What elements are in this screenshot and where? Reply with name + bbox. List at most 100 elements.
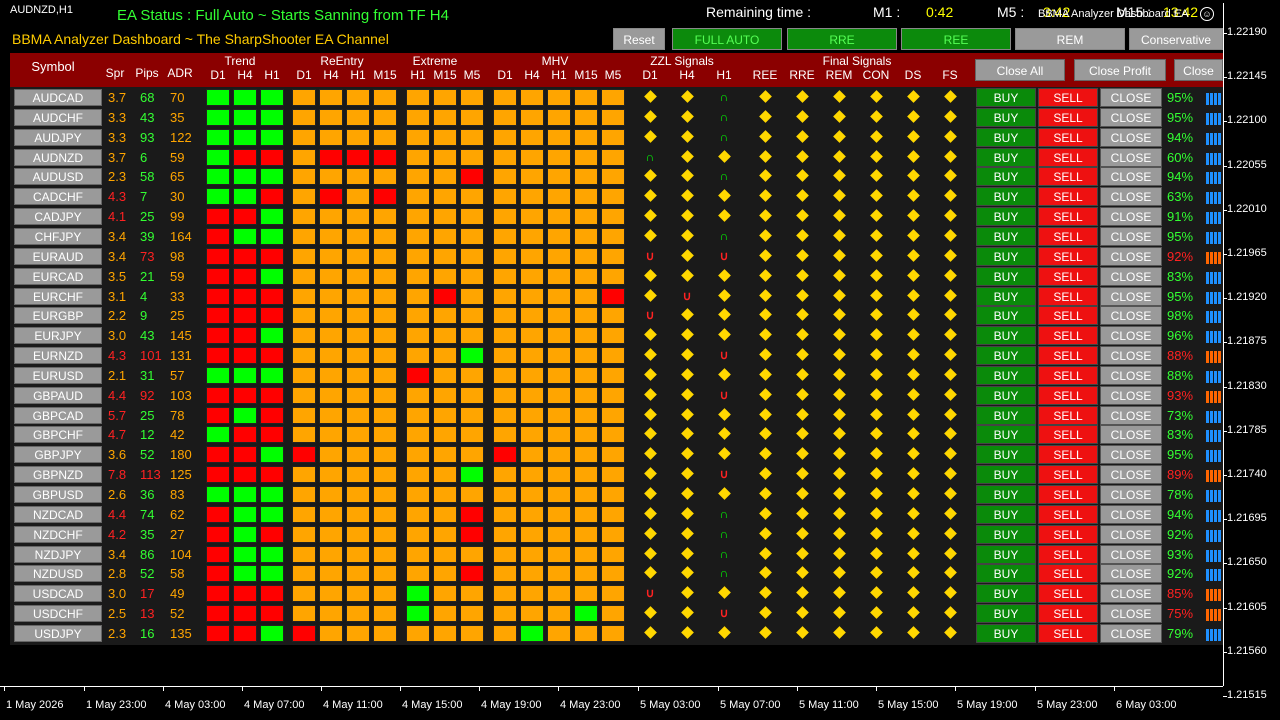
- close-row-button[interactable]: CLOSE: [1100, 246, 1162, 266]
- close-row-button[interactable]: CLOSE: [1100, 147, 1162, 167]
- sell-button[interactable]: SELL: [1038, 246, 1098, 266]
- close-row-button[interactable]: CLOSE: [1100, 107, 1162, 127]
- buy-button[interactable]: BUY: [976, 306, 1036, 326]
- sell-button[interactable]: SELL: [1038, 127, 1098, 147]
- symbol-button[interactable]: AUDNZD: [14, 148, 102, 166]
- close-row-button[interactable]: CLOSE: [1100, 167, 1162, 187]
- close-row-button[interactable]: CLOSE: [1100, 365, 1162, 385]
- full-auto-button[interactable]: FULL AUTO: [672, 28, 782, 50]
- close-row-button[interactable]: CLOSE: [1100, 425, 1162, 445]
- rre-mode-button[interactable]: RRE: [787, 28, 897, 50]
- symbol-button[interactable]: EURUSD: [14, 366, 102, 384]
- symbol-button[interactable]: AUDUSD: [14, 168, 102, 186]
- close-row-button[interactable]: CLOSE: [1100, 127, 1162, 147]
- sell-button[interactable]: SELL: [1038, 425, 1098, 445]
- close-row-button[interactable]: CLOSE: [1100, 88, 1162, 107]
- sell-button[interactable]: SELL: [1038, 584, 1098, 604]
- symbol-button[interactable]: USDCAD: [14, 585, 102, 603]
- close-row-button[interactable]: CLOSE: [1100, 564, 1162, 584]
- sell-button[interactable]: SELL: [1038, 504, 1098, 524]
- close-row-button[interactable]: CLOSE: [1100, 266, 1162, 286]
- buy-button[interactable]: BUY: [976, 286, 1036, 306]
- symbol-button[interactable]: CADJPY: [14, 208, 102, 226]
- symbol-button[interactable]: GBPCAD: [14, 406, 102, 424]
- symbol-button[interactable]: USDCHF: [14, 605, 102, 623]
- sell-button[interactable]: SELL: [1038, 326, 1098, 346]
- sell-button[interactable]: SELL: [1038, 167, 1098, 187]
- symbol-button[interactable]: GBPNZD: [14, 466, 102, 484]
- symbol-button[interactable]: EURCHF: [14, 287, 102, 305]
- buy-button[interactable]: BUY: [976, 266, 1036, 286]
- symbol-button[interactable]: NZDUSD: [14, 565, 102, 583]
- close-row-button[interactable]: CLOSE: [1100, 623, 1162, 643]
- close-row-button[interactable]: CLOSE: [1100, 187, 1162, 207]
- sell-button[interactable]: SELL: [1038, 385, 1098, 405]
- buy-button[interactable]: BUY: [976, 326, 1036, 346]
- conservative-mode-button[interactable]: Conservative: [1129, 28, 1223, 50]
- buy-button[interactable]: BUY: [976, 246, 1036, 266]
- close-row-button[interactable]: CLOSE: [1100, 445, 1162, 465]
- sell-button[interactable]: SELL: [1038, 485, 1098, 504]
- sell-button[interactable]: SELL: [1038, 445, 1098, 465]
- reset-button[interactable]: Reset: [613, 28, 665, 50]
- symbol-button[interactable]: EURNZD: [14, 347, 102, 365]
- symbol-button[interactable]: NZDCAD: [14, 505, 102, 523]
- close-row-button[interactable]: CLOSE: [1100, 306, 1162, 326]
- sell-button[interactable]: SELL: [1038, 405, 1098, 425]
- buy-button[interactable]: BUY: [976, 346, 1036, 366]
- sell-button[interactable]: SELL: [1038, 365, 1098, 385]
- sell-button[interactable]: SELL: [1038, 286, 1098, 306]
- buy-button[interactable]: BUY: [976, 187, 1036, 207]
- close-row-button[interactable]: CLOSE: [1100, 485, 1162, 504]
- buy-button[interactable]: BUY: [976, 365, 1036, 385]
- buy-button[interactable]: BUY: [976, 544, 1036, 564]
- close-row-button[interactable]: CLOSE: [1100, 544, 1162, 564]
- symbol-button[interactable]: EURAUD: [14, 247, 102, 265]
- symbol-button[interactable]: CADCHF: [14, 188, 102, 206]
- sell-button[interactable]: SELL: [1038, 623, 1098, 643]
- close-row-button[interactable]: CLOSE: [1100, 207, 1162, 227]
- symbol-button[interactable]: GBPUSD: [14, 486, 102, 503]
- symbol-button[interactable]: NZDCHF: [14, 525, 102, 543]
- close-row-button[interactable]: CLOSE: [1100, 524, 1162, 544]
- close-row-button[interactable]: CLOSE: [1100, 326, 1162, 346]
- buy-button[interactable]: BUY: [976, 226, 1036, 246]
- symbol-button[interactable]: USDJPY: [14, 624, 102, 642]
- buy-button[interactable]: BUY: [976, 465, 1036, 485]
- sell-button[interactable]: SELL: [1038, 306, 1098, 326]
- buy-button[interactable]: BUY: [976, 564, 1036, 584]
- sell-button[interactable]: SELL: [1038, 88, 1098, 107]
- smiley-icon[interactable]: ☺: [1200, 7, 1214, 21]
- sell-button[interactable]: SELL: [1038, 564, 1098, 584]
- close-row-button[interactable]: CLOSE: [1100, 385, 1162, 405]
- ree-mode-button[interactable]: REE: [901, 28, 1011, 50]
- buy-button[interactable]: BUY: [976, 623, 1036, 643]
- close-button[interactable]: Close: [1174, 59, 1223, 81]
- buy-button[interactable]: BUY: [976, 207, 1036, 227]
- close-row-button[interactable]: CLOSE: [1100, 504, 1162, 524]
- sell-button[interactable]: SELL: [1038, 107, 1098, 127]
- sell-button[interactable]: SELL: [1038, 266, 1098, 286]
- sell-button[interactable]: SELL: [1038, 346, 1098, 366]
- symbol-button[interactable]: EURGBP: [14, 307, 102, 325]
- close-row-button[interactable]: CLOSE: [1100, 346, 1162, 366]
- symbol-button[interactable]: AUDCHF: [14, 108, 102, 126]
- sell-button[interactable]: SELL: [1038, 544, 1098, 564]
- sell-button[interactable]: SELL: [1038, 524, 1098, 544]
- symbol-button[interactable]: EURCAD: [14, 267, 102, 285]
- buy-button[interactable]: BUY: [976, 107, 1036, 127]
- buy-button[interactable]: BUY: [976, 88, 1036, 107]
- buy-button[interactable]: BUY: [976, 584, 1036, 604]
- symbol-button[interactable]: GBPCHF: [14, 426, 102, 444]
- close-all-button[interactable]: Close All: [975, 59, 1065, 81]
- buy-button[interactable]: BUY: [976, 147, 1036, 167]
- symbol-button[interactable]: AUDJPY: [14, 128, 102, 146]
- sell-button[interactable]: SELL: [1038, 187, 1098, 207]
- sell-button[interactable]: SELL: [1038, 604, 1098, 624]
- close-profit-button[interactable]: Close Profit: [1074, 59, 1166, 81]
- buy-button[interactable]: BUY: [976, 405, 1036, 425]
- symbol-button[interactable]: GBPJPY: [14, 446, 102, 464]
- sell-button[interactable]: SELL: [1038, 465, 1098, 485]
- close-row-button[interactable]: CLOSE: [1100, 286, 1162, 306]
- buy-button[interactable]: BUY: [976, 504, 1036, 524]
